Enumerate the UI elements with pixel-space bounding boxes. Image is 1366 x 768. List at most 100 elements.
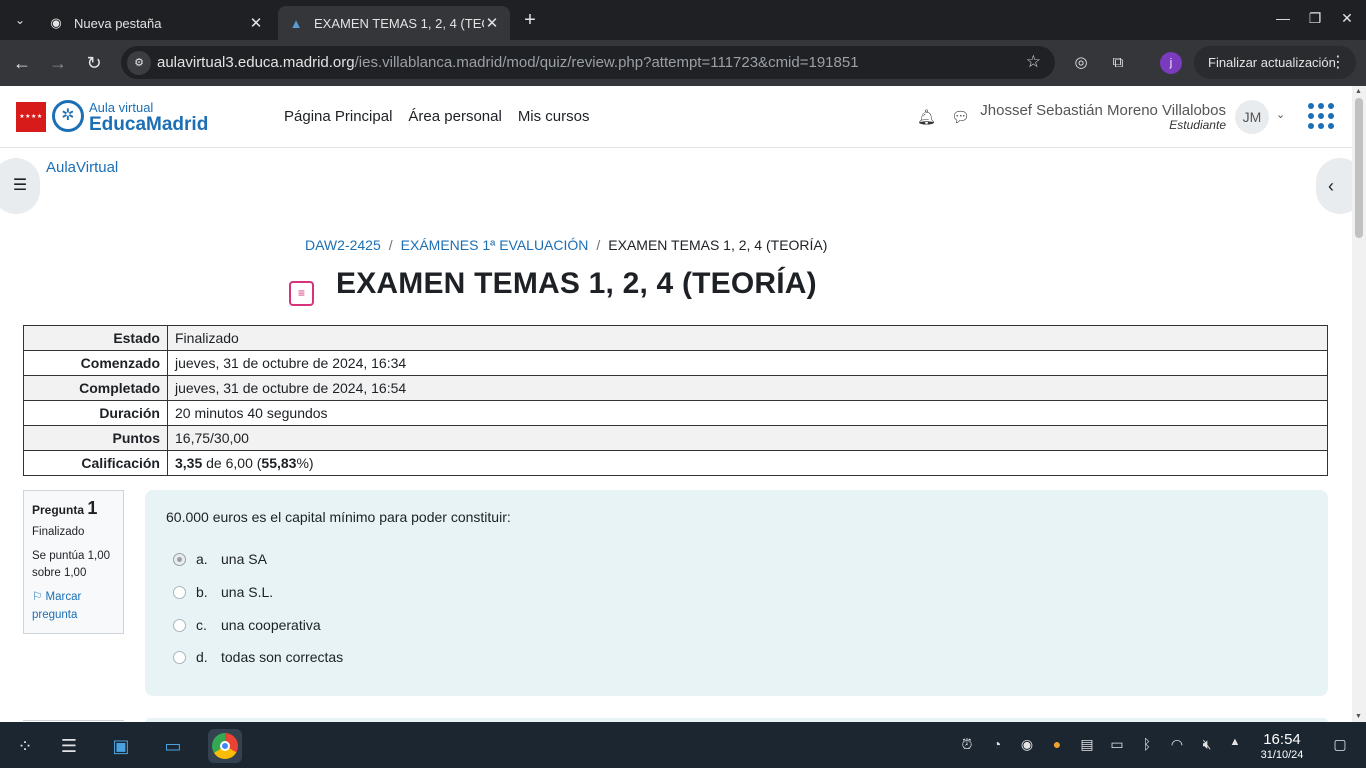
eye-icon[interactable]: ◉ bbox=[1017, 736, 1037, 753]
radio-button[interactable] bbox=[173, 650, 186, 664]
tray-expand-icon[interactable]: ▲ bbox=[1225, 736, 1245, 748]
educamadrid-logo-icon[interactable]: ✲ bbox=[52, 100, 84, 132]
tab-title: Nueva pestaña bbox=[74, 15, 162, 31]
answer-letter: d. bbox=[196, 649, 208, 665]
store-bag-icon[interactable]: ▣ bbox=[104, 729, 138, 763]
volume-muted-icon[interactable]: 🔇︎ bbox=[1197, 736, 1217, 753]
summary-label: Completado bbox=[23, 375, 168, 401]
logo-subtitle[interactable]: Aula virtual bbox=[89, 100, 153, 115]
bluetooth-icon[interactable]: ᛒ bbox=[1137, 736, 1157, 752]
chevron-left-icon: ‹ bbox=[1328, 176, 1334, 196]
tab-close-icon[interactable]: ✕ bbox=[248, 14, 264, 32]
site-info-icon[interactable]: ⚙ bbox=[127, 51, 151, 75]
scrollbar-thumb[interactable] bbox=[1355, 98, 1363, 238]
extensions-puzzle-icon[interactable]: ⧉ bbox=[1107, 52, 1129, 74]
attempt-summary-table: Estado Finalizado Comenzado jueves, 31 de … bbox=[23, 325, 1328, 476]
logo-title[interactable]: EducaMadrid bbox=[89, 114, 208, 136]
radio-button[interactable] bbox=[173, 618, 186, 632]
menu-dots-icon[interactable]: ⋮ bbox=[1330, 46, 1346, 79]
apps-grid-icon[interactable] bbox=[1308, 103, 1334, 129]
question-info-panel: Pregunta 1 Finalizado Se puntúa 1,00 sob… bbox=[23, 490, 124, 634]
clock-time: 16:54 bbox=[1263, 731, 1301, 748]
system-clock[interactable]: 16:54 31/10/24 bbox=[1254, 732, 1310, 762]
answer-letter: c. bbox=[196, 617, 207, 633]
file-manager-icon[interactable]: ▭ bbox=[156, 729, 190, 763]
settings-sliders-icon[interactable]: ☰ bbox=[52, 729, 86, 763]
extension-owl-icon[interactable]: ◎ bbox=[1070, 52, 1092, 74]
address-bar[interactable]: ⚙ aulavirtual3.educa.madrid.org/ies.vill… bbox=[121, 46, 1055, 79]
nav-dashboard[interactable]: Área personal bbox=[408, 108, 501, 125]
question-text: 60.000 euros es el capital mínimo para p… bbox=[166, 509, 511, 525]
list-icon: ☰ bbox=[12, 177, 28, 194]
tab-close-icon[interactable]: ✕ bbox=[484, 14, 500, 32]
back-icon[interactable]: ← bbox=[10, 51, 34, 75]
update-arrow-icon[interactable]: ● bbox=[1047, 736, 1067, 752]
radio-button[interactable] bbox=[173, 585, 186, 599]
flag-question-link[interactable]: ⚐ Marcar pregunta bbox=[32, 588, 115, 624]
user-avatar[interactable]: JM bbox=[1235, 100, 1269, 134]
update-label: Finalizar actualización bbox=[1208, 55, 1336, 70]
chrome-taskbar-icon[interactable] bbox=[208, 729, 242, 763]
launcher-icon[interactable]: ⁘ bbox=[8, 729, 42, 763]
messages-chat-icon[interactable]: 💬︎ bbox=[951, 108, 970, 126]
tab-exam[interactable]: ▲ EXAMEN TEMAS 1, 2, 4 (TEORÍA) ✕ bbox=[278, 6, 510, 40]
alarm-icon[interactable]: ⏰︎ bbox=[957, 736, 977, 753]
breadcrumb-section[interactable]: EXÁMENES 1ª EVALUACIÓN bbox=[401, 237, 589, 253]
radio-button[interactable] bbox=[173, 552, 186, 566]
show-desktop-icon[interactable]: ▢ bbox=[1330, 736, 1350, 753]
primary-nav: Página Principal Área personal Mis curso… bbox=[284, 108, 590, 125]
grade-max: de 6,00 ( bbox=[202, 455, 262, 471]
answer-text: una S.L. bbox=[221, 584, 274, 600]
summary-value: 16,75/30,00 bbox=[167, 425, 1328, 451]
clock-date: 31/10/24 bbox=[1260, 749, 1304, 761]
nav-home[interactable]: Página Principal bbox=[284, 108, 392, 125]
forward-icon[interactable]: → bbox=[46, 51, 70, 75]
answer-option: c. una cooperativa bbox=[173, 617, 321, 633]
vpn-shield-icon[interactable]: ◔ bbox=[987, 736, 1007, 752]
answer-text: una SA bbox=[221, 551, 267, 567]
user-name[interactable]: Jhossef Sebastián Moreno Villalobos bbox=[980, 102, 1226, 119]
question-state: Finalizado bbox=[32, 526, 85, 538]
table-row: Puntos 16,75/30,00 bbox=[23, 425, 1328, 451]
maximize-icon[interactable]: ❐ bbox=[1305, 10, 1325, 27]
table-row: Duración 20 minutos 40 segundos bbox=[23, 400, 1328, 426]
update-button[interactable]: Finalizar actualización ⋮ bbox=[1194, 46, 1356, 79]
bookmark-star-icon[interactable]: ☆ bbox=[1026, 52, 1041, 72]
answer-letter: b. bbox=[196, 584, 208, 600]
clipboard-icon[interactable]: ▤ bbox=[1077, 736, 1097, 753]
moodle-cap-icon: ▲ bbox=[289, 15, 303, 31]
new-tab-button[interactable]: + bbox=[518, 8, 542, 32]
chevron-down-icon[interactable]: ⌄ bbox=[1276, 108, 1285, 121]
summary-value: 20 minutos 40 segundos bbox=[167, 400, 1328, 426]
tab-new-tab[interactable]: ◉ Nueva pestaña ✕ bbox=[38, 6, 274, 40]
course-index-toggle[interactable]: ☰ bbox=[0, 158, 40, 214]
url-path: /ies.villablanca.madrid/mod/quiz/review.… bbox=[354, 54, 859, 71]
notifications-bell-icon[interactable]: 🔔︎ bbox=[917, 108, 936, 126]
tab-title: EXAMEN TEMAS 1, 2, 4 (TEORÍA) bbox=[314, 15, 484, 31]
scroll-up-icon[interactable]: ▲ bbox=[1355, 88, 1362, 95]
summary-value: Finalizado bbox=[167, 325, 1328, 351]
scroll-down-icon[interactable]: ▼ bbox=[1355, 713, 1362, 720]
battery-icon[interactable]: ▭ bbox=[1107, 736, 1127, 753]
answer-option: b. una S.L. bbox=[173, 584, 273, 600]
url-text[interactable]: aulavirtual3.educa.madrid.org/ies.villab… bbox=[157, 54, 859, 71]
quiz-icon: ≡ bbox=[289, 281, 314, 306]
profile-avatar[interactable]: j bbox=[1160, 52, 1182, 74]
madrid-flag-logo[interactable]: ★★★★ bbox=[16, 102, 46, 132]
minimize-icon[interactable]: — bbox=[1273, 10, 1293, 26]
os-taskbar: ⁘ ☰ ▣ ▭ ⏰︎ ◔ ◉ ● ▤ ▭ ᛒ ◠ 🔇︎ ▲ 16:54 31/1… bbox=[0, 722, 1366, 768]
summary-label: Puntos bbox=[23, 425, 168, 451]
summary-label: Estado bbox=[23, 325, 168, 351]
breadcrumb-separator: / bbox=[596, 237, 601, 253]
wifi-icon[interactable]: ◠ bbox=[1167, 736, 1187, 753]
page-scrollbar[interactable]: ▲ ▼ bbox=[1352, 86, 1366, 722]
course-home-link[interactable]: AulaVirtual bbox=[46, 159, 118, 176]
summary-value: jueves, 31 de octubre de 2024, 16:54 bbox=[167, 375, 1328, 401]
breadcrumb-course[interactable]: DAW2-2425 bbox=[305, 237, 381, 253]
window-close-icon[interactable]: ✕ bbox=[1337, 10, 1357, 27]
nav-my-courses[interactable]: Mis cursos bbox=[518, 108, 590, 125]
tab-search-icon[interactable]: ⌄ bbox=[8, 8, 32, 32]
reload-icon[interactable]: ↻ bbox=[82, 51, 106, 75]
block-drawer-toggle[interactable]: ‹ bbox=[1316, 158, 1352, 214]
summary-label: Duración bbox=[23, 400, 168, 426]
